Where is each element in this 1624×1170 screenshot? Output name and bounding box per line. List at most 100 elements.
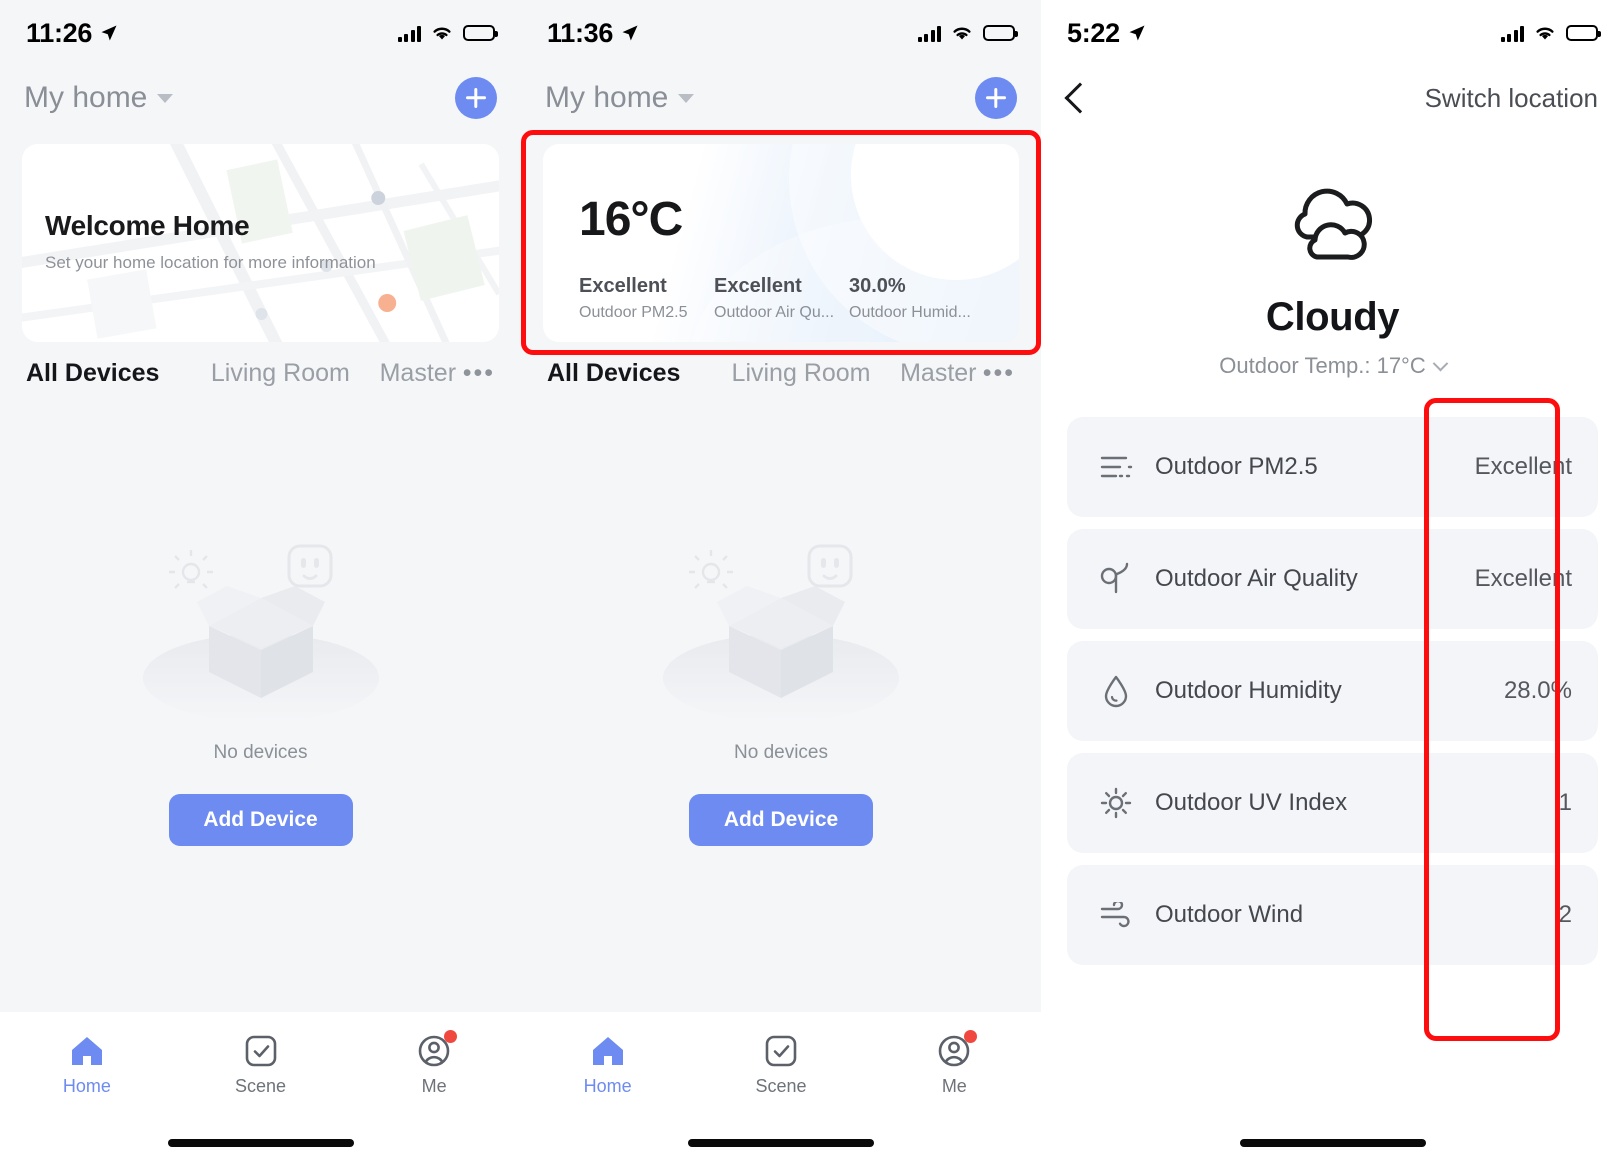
metric-label: Outdoor PM2.5 [1155,453,1318,480]
wind-icon [1093,892,1139,938]
weather-temperature: 16°C [579,193,683,246]
status-time: 11:36 [547,17,614,48]
pm25-icon [1093,444,1139,490]
tab-me[interactable]: Me [347,1030,521,1097]
welcome-home-card[interactable]: Welcome Home Set your home location for … [22,144,499,342]
switch-location-button[interactable]: Switch location [1425,83,1598,114]
home-name-label: My home [24,81,148,114]
metric-row-outdoor-air-quality[interactable]: Outdoor Air Quality Excellent [1067,529,1598,629]
app-header-2: My home [521,66,1041,130]
account-icon [868,1030,1041,1072]
metric-label: Outdoor Air Qu... [714,304,835,321]
outdoor-temperature-label: Outdoor Temp.: 17°C [1219,353,1426,378]
tab-living-room[interactable]: Living Room [732,359,871,388]
metric-value: 30.0% [849,275,906,297]
welcome-text-group: Welcome Home Set your home location for … [45,210,376,273]
home-indicator [167,1139,354,1147]
detail-header: Switch location [1041,66,1624,130]
phone-panel-1: 11:26 My home Welcome Home Set your home… [0,0,521,1170]
metric-value: 28.0% [1503,677,1572,704]
empty-state-message: No devices [213,742,308,763]
metric-outdoor-humidity[interactable]: 30.0% Outdoor Humid... [849,275,999,322]
tab-scene[interactable]: Scene [694,1030,867,1097]
tabs-overflow-icon[interactable]: ••• [983,359,1015,388]
home-icon [521,1030,694,1072]
home-indicator [688,1139,874,1147]
status-time-group: 11:36 [547,18,640,49]
tab-home-label: Home [583,1076,632,1096]
cloudy-icon [1294,188,1372,260]
status-time-group: 5:22 [1067,18,1147,49]
phone-panel-2: 11:36 My home 16°C Excellent Outdoor PM2… [521,0,1041,1170]
chevron-down-icon [678,93,695,103]
bottom-tab-bar-2: Home Scene Me [521,1012,1041,1170]
metric-row-outdoor-uv-index[interactable]: Outdoor UV Index 1 [1067,753,1598,853]
location-arrow-icon [101,25,117,41]
metric-value: Excellent [714,275,802,297]
tab-all-devices[interactable]: All Devices [26,359,159,388]
tab-scene[interactable]: Scene [174,1030,348,1097]
home-icon [0,1030,174,1072]
tab-me-label: Me [941,1076,967,1096]
tab-home[interactable]: Home [0,1030,174,1097]
metric-value: Excellent [1474,565,1572,592]
status-time: 11:26 [26,17,93,48]
tab-master-bedroom[interactable]: Master Be [380,359,457,388]
wifi-icon [433,27,451,40]
chevron-left-icon[interactable] [1064,82,1096,114]
status-time: 5:22 [1067,17,1120,48]
room-tabs-2: All Devices Living Room Master Be ••• [521,342,1041,404]
metric-row-outdoor-pm25[interactable]: Outdoor PM2.5 Excellent [1067,417,1598,517]
metric-outdoor-pm25[interactable]: Excellent Outdoor PM2.5 [579,275,714,322]
account-icon [347,1030,521,1072]
phone-panel-3: 5:22 Switch location Cloudy Outdoor Temp… [1041,0,1624,1170]
home-selector-1[interactable]: My home [24,81,174,115]
sun-icon [1093,780,1139,826]
wifi-icon [953,27,971,40]
metric-outdoor-air-quality[interactable]: Excellent Outdoor Air Qu... [714,275,849,322]
welcome-subtitle: Set your home location for more informat… [45,253,376,272]
tab-scene-label: Scene [755,1076,807,1096]
checkbox-icon [694,1030,867,1072]
tab-scene-label: Scene [234,1076,287,1096]
location-arrow-icon [1129,25,1145,41]
app-header-1: My home [0,66,521,130]
checkbox-icon [174,1030,348,1072]
room-tabs-1: All Devices Living Room Master Be ••• [0,342,521,404]
battery-icon [1566,25,1601,41]
metric-label: Outdoor Wind [1155,901,1304,928]
outdoor-temperature[interactable]: Outdoor Temp.: 17°C [1041,353,1624,379]
metric-value: 1 [1558,789,1572,816]
add-button[interactable] [975,77,1017,119]
metric-row-outdoor-wind[interactable]: Outdoor Wind 2 [1067,865,1598,965]
home-selector-2[interactable]: My home [545,81,695,115]
metric-row-outdoor-humidity[interactable]: Outdoor Humidity 28.0% [1067,641,1598,741]
metric-label: Outdoor Humid... [849,304,971,321]
add-button[interactable] [455,77,497,119]
tab-master-bedroom[interactable]: Master Be [900,359,977,388]
status-indicators-1 [397,24,498,42]
weather-summary-card[interactable]: 16°C Excellent Outdoor PM2.5 Excellent O… [543,144,1019,342]
weather-condition: Cloudy [1265,295,1400,339]
metric-value: Excellent [579,275,667,297]
add-device-button[interactable]: Add Device [168,794,353,846]
empty-box-illustration [142,544,379,722]
cellular-bars-icon [917,25,941,42]
empty-state-1: No devices Add Device [0,530,521,846]
tab-living-room[interactable]: Living Room [211,359,350,388]
metric-label: Outdoor PM2.5 [579,304,688,321]
status-bar-1: 11:26 [0,0,521,66]
tabs-overflow-icon[interactable]: ••• [463,359,495,388]
tab-home[interactable]: Home [521,1030,694,1097]
tab-all-devices[interactable]: All Devices [547,359,680,388]
metric-value: Excellent [1474,453,1572,480]
weather-metrics: Excellent Outdoor PM2.5 Excellent Outdoo… [579,275,999,322]
battery-icon [463,25,498,41]
leaf-icon [1093,556,1139,602]
tab-me-label: Me [421,1076,447,1096]
home-name-label: My home [545,81,669,114]
add-device-button[interactable]: Add Device [689,794,873,846]
status-bar-3: 5:22 [1041,0,1624,66]
tab-me[interactable]: Me [868,1030,1041,1097]
empty-state-message: No devices [734,742,828,763]
